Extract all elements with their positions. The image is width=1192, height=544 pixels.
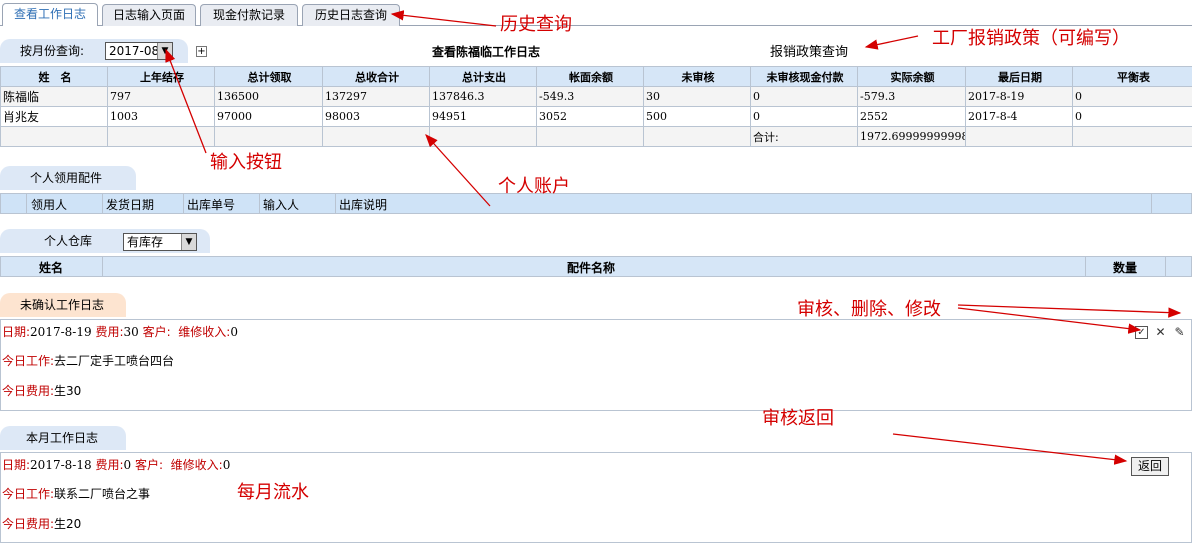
arrow-audit-return <box>892 433 1128 465</box>
arrow-personal-account <box>425 134 491 207</box>
arrow-policy <box>864 35 919 50</box>
arrow-history <box>390 10 497 27</box>
arrow-audit-2 <box>957 307 1142 334</box>
annotation-arrows <box>165 10 1182 465</box>
arrow-input-button <box>165 48 207 154</box>
